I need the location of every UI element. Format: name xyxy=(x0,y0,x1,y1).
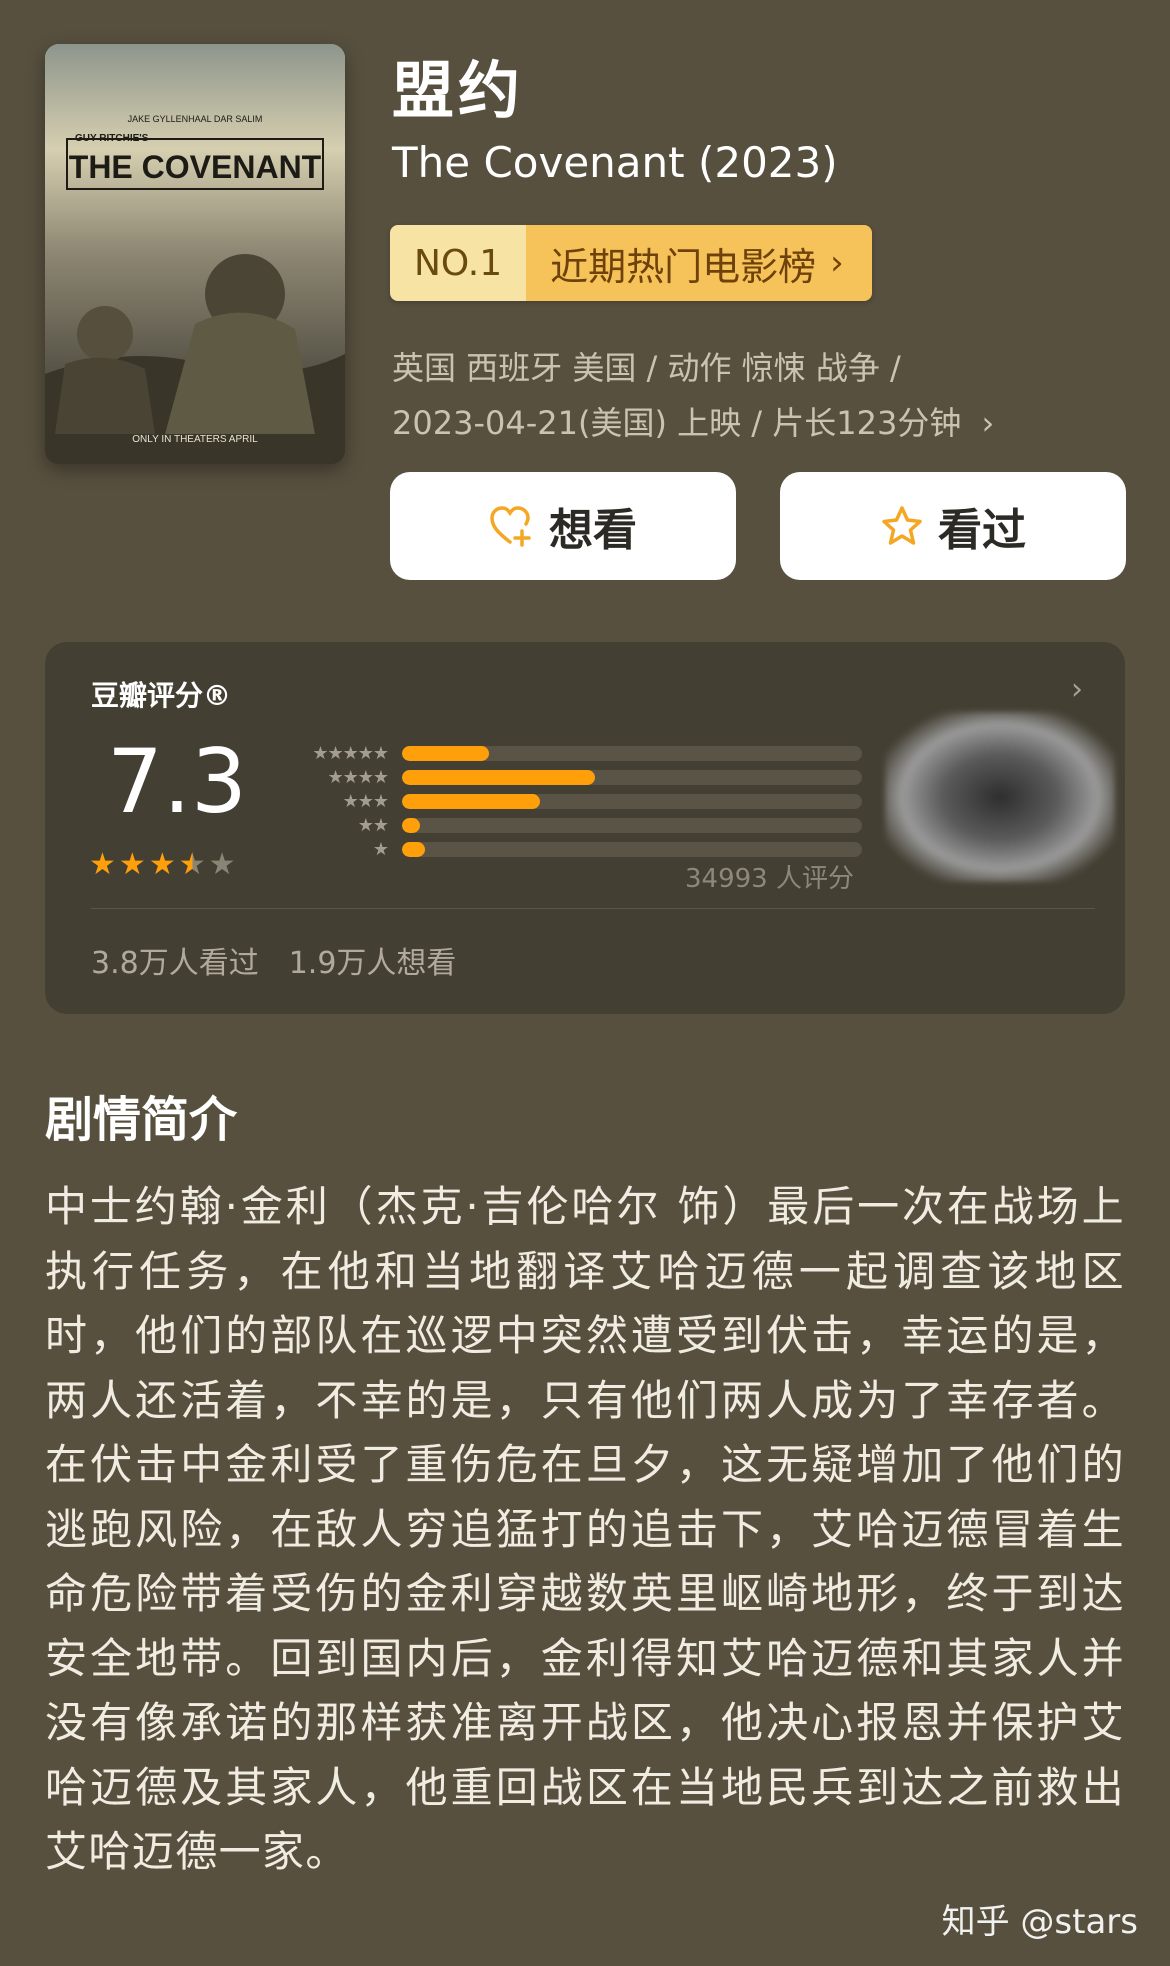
bar-fill xyxy=(402,817,421,833)
bar-fill xyxy=(402,745,490,761)
bar-track xyxy=(402,769,862,785)
rating-distribution: ★★★★★ ★★★★ ★★★ ★★ ★ xyxy=(278,741,862,861)
poster-subtitle: GUY RITCHIE'S xyxy=(75,133,149,144)
star-icon: ★ xyxy=(148,847,176,882)
bar-star-label: ★ xyxy=(372,838,389,860)
heart-plus-icon xyxy=(489,505,535,547)
rank-list-label: 近期热门电影榜 xyxy=(550,244,817,289)
chevron-right-icon: › xyxy=(830,243,844,283)
bar-track xyxy=(402,793,862,809)
star-icon: ★ xyxy=(208,847,236,882)
chevron-right-icon: › xyxy=(981,404,995,442)
bar-fill xyxy=(402,841,425,857)
rating-bar-row: ★★★★★ xyxy=(278,741,862,765)
movie-meta-release-text: 2023-04-21(美国) 上映 / 片长123分钟 xyxy=(392,404,962,442)
rating-bar-row: ★★★★ xyxy=(278,765,862,789)
synopsis-title: 剧情简介 xyxy=(45,1092,238,1148)
star-outline-icon xyxy=(880,505,924,547)
bar-star-label: ★★ xyxy=(357,814,389,836)
rank-number: NO.1 xyxy=(390,225,527,301)
star-icon: ★ xyxy=(118,847,146,882)
bar-star-label: ★★★★★ xyxy=(312,742,389,764)
bar-fill xyxy=(402,793,540,809)
rank-badge[interactable]: NO.1 近期热门电影榜 › xyxy=(390,225,872,301)
rating-title: 豆瓣评分® xyxy=(91,679,232,712)
bar-track xyxy=(402,841,862,857)
rating-bar-row: ★★★ xyxy=(278,789,862,813)
rating-count: 34993 人评分 xyxy=(685,864,854,894)
star-icon: ★ xyxy=(89,847,116,882)
movie-title-en: The Covenant (2023) xyxy=(392,138,838,187)
rating-bar-row: ★★ xyxy=(278,813,862,837)
bar-star-label: ★★★ xyxy=(342,790,389,812)
want-to-watch-button[interactable]: 想看 xyxy=(390,472,736,580)
movie-title-cn: 盟约 xyxy=(392,54,525,127)
bar-star-label: ★★★★ xyxy=(327,766,389,788)
movie-meta-genre: 英国 西班牙 美国 / 动作 惊悚 战争 / xyxy=(392,349,901,387)
divider xyxy=(91,908,1095,909)
poster-footer: ONLY IN THEATERS APRIL xyxy=(132,434,258,445)
movie-poster[interactable]: JAKE GYLLENHAAL DAR SALIM GUY RITCHIE'S … xyxy=(45,44,345,464)
watched-count: 3.8万人看过 xyxy=(91,946,259,981)
bar-track xyxy=(402,745,862,761)
blurred-image xyxy=(885,712,1115,882)
rating-stats: 3.8万人看过 1.9万人想看 xyxy=(91,938,486,982)
bar-track xyxy=(402,817,862,833)
want-count: 1.9万人想看 xyxy=(288,946,457,981)
watermark: 知乎 @stars xyxy=(941,1902,1138,1942)
chevron-right-icon[interactable]: › xyxy=(1071,672,1083,707)
poster-actors: JAKE GYLLENHAAL DAR SALIM xyxy=(128,114,263,124)
movie-meta-release[interactable]: 2023-04-21(美国) 上映 / 片长123分钟 › xyxy=(392,398,994,444)
poster-title: THE COVENANT xyxy=(69,149,322,185)
rating-card[interactable]: 豆瓣评分® › 7.3 ★ ★ ★ ★ ★ ★★★★★ ★★★★ ★★★ ★★ ★ 34993 … xyxy=(45,642,1125,1014)
rank-list-link[interactable]: 近期热门电影榜 › xyxy=(526,225,872,301)
watched-label: 看过 xyxy=(938,505,1026,556)
rating-score: 7.3 xyxy=(107,730,247,833)
rating-stars: ★ ★ ★ ★ ★ xyxy=(89,847,239,882)
star-icon: ★ xyxy=(178,847,206,882)
synopsis-text: 中士约翰·金利（杰克·吉伦哈尔 饰）最后一次在战场上执行任务，在他和当地翻译艾哈… xyxy=(45,1182,1125,1876)
watched-button[interactable]: 看过 xyxy=(780,472,1126,580)
bar-fill xyxy=(402,769,596,785)
want-to-watch-label: 想看 xyxy=(549,505,637,556)
